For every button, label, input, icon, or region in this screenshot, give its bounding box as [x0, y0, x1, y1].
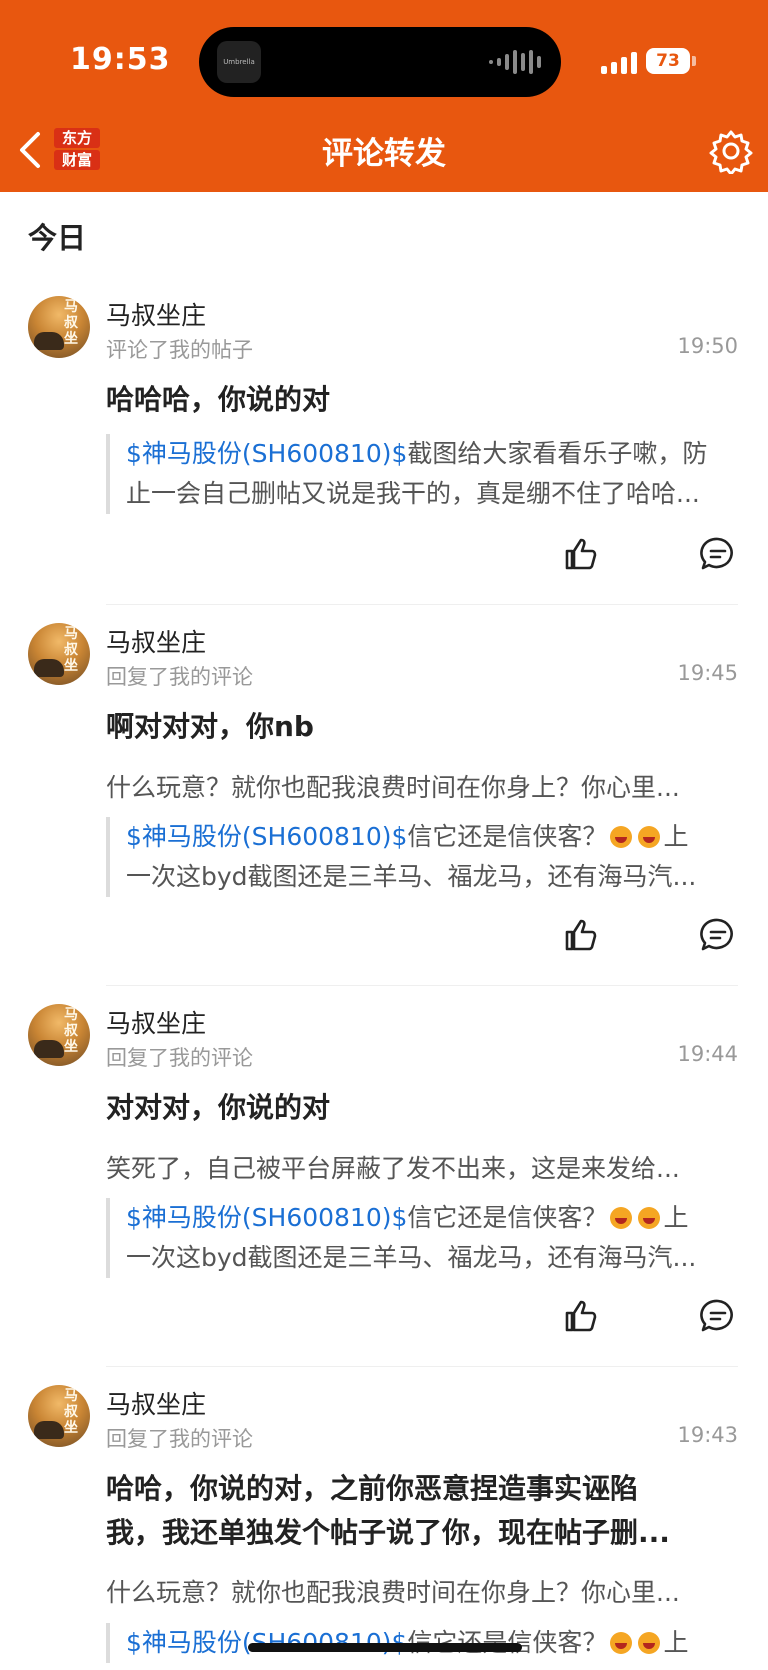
- quote-line: 止一会自己删帖又说是我干的，真是绷不住了哈哈...: [126, 479, 700, 508]
- avatar[interactable]: 马叔坐: [28, 1385, 90, 1447]
- comment-text[interactable]: 哈哈哈，你说的对: [106, 378, 736, 422]
- action-text: 评论了我的帖子: [106, 338, 253, 362]
- divider: [106, 985, 738, 986]
- battery-tip: [692, 56, 696, 66]
- home-indicator[interactable]: [248, 1643, 522, 1652]
- laughing-emoji-icon: [610, 1632, 633, 1654]
- list-item[interactable]: 马叔坐 马叔坐庄 回复了我的评论 19:43 哈哈，你说的对，之前你恶意捏造事实…: [0, 1385, 768, 1670]
- timestamp: 19:44: [677, 1042, 738, 1066]
- status-time: 19:53: [70, 42, 171, 77]
- thumbs-up-icon[interactable]: [563, 536, 599, 572]
- action-text: 回复了我的评论: [106, 1427, 253, 1451]
- quote-text: 截图给大家看看乐子嗽，防: [407, 439, 708, 468]
- comment-text[interactable]: 对对对，你说的对: [106, 1086, 736, 1130]
- quote-text: 信它还是信侠客？: [407, 1203, 608, 1232]
- timestamp: 19:45: [677, 661, 738, 685]
- island-app-icon: Umbrella: [217, 41, 261, 83]
- dynamic-island: Umbrella: [199, 27, 561, 97]
- comment-bubble-icon[interactable]: [700, 1298, 736, 1334]
- audio-wave-icon: [489, 49, 541, 75]
- username[interactable]: 马叔坐庄: [106, 623, 206, 659]
- timestamp: 19:43: [677, 1423, 738, 1447]
- timestamp: 19:50: [677, 334, 738, 358]
- comment-line: 哈哈，你说的对，之前你恶意捏造事实诬陷: [106, 1472, 639, 1505]
- reply-text[interactable]: 什么玩意？就你也配我浪费时间在你身上？你心里...: [106, 768, 736, 804]
- comment-text[interactable]: 啊对对对，你nb: [106, 705, 736, 749]
- laughing-emoji-icon: [610, 1207, 633, 1229]
- list-item[interactable]: 马叔坐 马叔坐庄 回复了我的评论 19:44 对对对，你说的对 笑死了，自己被平…: [0, 1004, 768, 1344]
- quote-line: $神马股份(SH600810)$截图给大家看看乐子嗽，防: [126, 434, 736, 474]
- comment-line: 啊对对对，你nb: [106, 710, 314, 743]
- divider: [106, 1366, 738, 1367]
- avatar[interactable]: 马叔坐: [28, 1004, 90, 1066]
- comment-bubble-icon[interactable]: [700, 917, 736, 953]
- username[interactable]: 马叔坐庄: [106, 1385, 206, 1421]
- avatar[interactable]: 马叔坐: [28, 623, 90, 685]
- settings-gear-icon[interactable]: [708, 128, 754, 174]
- page-title: 评论转发: [322, 136, 446, 172]
- signal-icon: [601, 50, 637, 74]
- comment-line: 对对对，你说的对: [106, 1091, 331, 1124]
- quote-line: $神马股份(SH600810)$信它还是信侠客？ 上: [126, 817, 736, 857]
- quote-text-tail: 上: [663, 822, 689, 851]
- quoted-post[interactable]: $神马股份(SH600810)$信它还是信侠客？ 上 一次这byd截图还是三羊马、…: [106, 817, 736, 897]
- quote-text: 信它还是信侠客？: [407, 822, 608, 851]
- list-item[interactable]: 马叔坐 马叔坐庄 评论了我的帖子 19:50 哈哈哈，你说的对 $神马股份(SH…: [0, 296, 768, 596]
- reply-text[interactable]: 什么玩意？就你也配我浪费时间在你身上？你心里...: [106, 1573, 736, 1609]
- comment-bubble-icon[interactable]: [700, 536, 736, 572]
- stock-link[interactable]: $神马股份(SH600810)$: [126, 822, 407, 851]
- avatar[interactable]: 马叔坐: [28, 296, 90, 358]
- top-bar: 19:53 Umbrella 73 东方 财富 评论转发: [0, 0, 768, 192]
- quoted-post[interactable]: $神马股份(SH600810)$信它还是信侠客？ 上 一次这byd截图还是三羊马、…: [106, 1198, 736, 1278]
- comment-line: 我，我还单独发个帖子说了你，现在帖子删...: [106, 1516, 670, 1549]
- thumbs-up-icon[interactable]: [563, 917, 599, 953]
- quote-text-tail: 上: [663, 1628, 689, 1657]
- quote-text-tail: 上: [663, 1203, 689, 1232]
- section-label-today: 今日: [28, 221, 87, 255]
- username[interactable]: 马叔坐庄: [106, 296, 206, 332]
- quoted-post[interactable]: $神马股份(SH600810)$截图给大家看看乐子嗽，防 止一会自己删帖又说是我…: [106, 434, 736, 514]
- reply-text[interactable]: 笑死了，自己被平台屏蔽了发不出来，这是来发给...: [106, 1149, 736, 1185]
- laughing-emoji-icon: [638, 1632, 661, 1654]
- comment-text[interactable]: 哈哈，你说的对，之前你恶意捏造事实诬陷 我，我还单独发个帖子说了你，现在帖子删.…: [106, 1467, 736, 1555]
- thumbs-up-icon[interactable]: [563, 1298, 599, 1334]
- quote-line: 一次这byd截图还是三羊马、福龙马，还有海马汽...: [126, 862, 697, 891]
- quote-line: 一次这byd截图还是三羊马、福龙马，还有海马汽...: [126, 1243, 697, 1272]
- username[interactable]: 马叔坐庄: [106, 1004, 206, 1040]
- stock-link[interactable]: $神马股份(SH600810)$: [126, 1203, 407, 1232]
- action-text: 回复了我的评论: [106, 1046, 253, 1070]
- stock-link[interactable]: $神马股份(SH600810)$: [126, 439, 407, 468]
- action-text: 回复了我的评论: [106, 665, 253, 689]
- laughing-emoji-icon: [638, 1207, 661, 1229]
- divider: [106, 604, 738, 605]
- laughing-emoji-icon: [610, 826, 633, 848]
- list-item[interactable]: 马叔坐 马叔坐庄 回复了我的评论 19:45 啊对对对，你nb 什么玩意？就你也…: [0, 623, 768, 963]
- quote-line: $神马股份(SH600810)$信它还是信侠客？ 上: [126, 1198, 736, 1238]
- battery-icon: 73: [646, 48, 690, 74]
- laughing-emoji-icon: [638, 826, 661, 848]
- comment-line: 哈哈哈，你说的对: [106, 383, 331, 416]
